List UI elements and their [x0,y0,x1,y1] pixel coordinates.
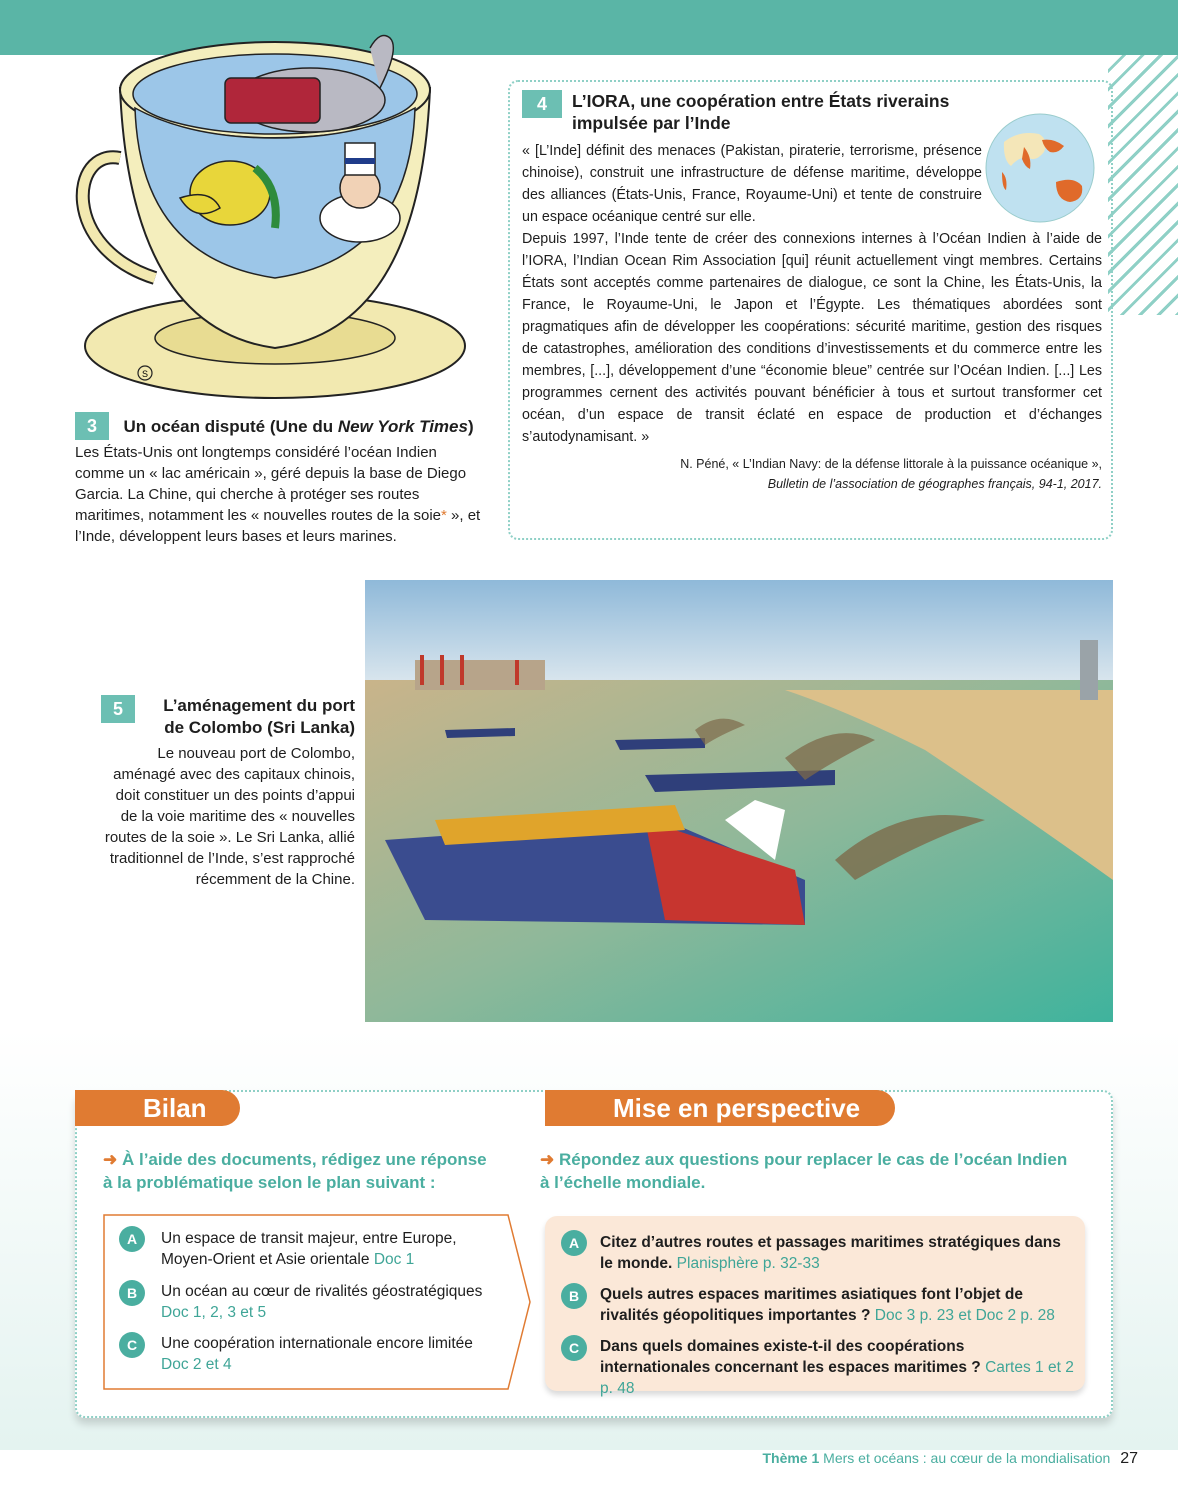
doc5-caption: Le nouveau port de Colombo, aménagé avec… [104,745,355,888]
perspective-question-a-text: Citez d’autres routes et passages mariti… [600,1234,1061,1272]
letter-a-badge: A [561,1230,587,1256]
perspective-questions-box: A Citez d’autres routes et passages mari… [545,1216,1085,1397]
bilan-tab: Bilan [75,1090,240,1126]
cartoon-signature: S [142,369,148,379]
doc4-box: 4 L’IORA, une coopération entre États ri… [508,80,1113,540]
letter-c-badge: C [561,1335,587,1361]
page-number: 27 [1120,1450,1138,1467]
footer-subtitle: Mers et océans : au cœur de la mondialis… [823,1450,1111,1466]
doc5-caption-block: 5 L’aménagement du port de Colombo (Sri … [100,695,355,890]
bilan-plan-box: A Un espace de transit majeur, entre Eur… [103,1214,531,1390]
doc3-number: 3 [75,412,109,440]
arrow-right-icon: ➜ [540,1150,555,1169]
bilan-instruction: ➜ À l’aide des documents, rédigez une ré… [103,1148,498,1194]
perspective-question-a-ref: Planisphère p. 32-33 [676,1255,820,1272]
doc4-heading: 4 L’IORA, une coopération entre États ri… [522,90,1102,134]
doc4-source: N. Péné, « L’Indian Navy: de la défense … [522,454,1102,494]
footer-theme: Thème 1 [762,1450,820,1466]
colombo-port-photo [365,580,1113,1022]
perspective-question-a: Citez d’autres routes et passages mariti… [600,1232,1075,1274]
doc3-title-italic: New York Times [337,417,468,436]
perspective-question-c-text: Dans quels domaines existe-t-il des coop… [600,1338,981,1376]
perspective-instruction-text: Répondez aux questions pour replacer le … [540,1150,1068,1192]
doc4-number: 4 [522,90,562,118]
bilan-item-c-text: Une coopération internationale encore li… [161,1335,473,1352]
perspective-question-b-ref: Doc 3 p. 23 et Doc 2 p. 28 [874,1307,1055,1324]
doc5-heading: 5 L’aménagement du port de Colombo (Sri … [100,695,355,739]
bilan-item-c-ref: Doc 2 et 4 [161,1356,232,1373]
doc3-title-end: ) [467,417,474,436]
bilan-item-b-ref: Doc 1, 2, 3 et 5 [161,1304,267,1321]
doc3-caption-block: 3 Un océan disputé (Une du New York Time… [75,412,485,547]
doc3-caption: Les États-Unis ont longtemps considéré l… [75,442,485,547]
page-footer: Thème 1 Mers et océans : au cœur de la m… [762,1448,1138,1469]
bilan-item-b-text: Un océan au cœur de rivalités géostratég… [161,1283,483,1300]
perspective-instruction: ➜ Répondez aux questions pour replacer l… [540,1148,1070,1194]
letter-b-badge: B [561,1283,587,1309]
bilan-item-a: Un espace de transit majeur, entre Europ… [161,1228,506,1270]
doc4-source-publication: Bulletin de l’association de géographes … [767,477,1102,491]
arrow-right-icon: ➜ [103,1150,118,1169]
doc5-number: 5 [101,695,135,723]
doc3-title: Un océan disputé (Une du [123,417,338,436]
perspective-question-b: Quels autres espaces maritimes asiatique… [600,1284,1075,1326]
decorative-stripes [1108,55,1178,315]
doc4-title: L’IORA, une coopération entre États rive… [572,91,950,133]
bilan-item-b: Un océan au cœur de rivalités géostratég… [161,1281,516,1323]
doc4-quote-paragraph-2: Depuis 1997, l’Inde tente de créer des c… [522,231,1102,445]
bilan-item-a-ref: Doc 1 [373,1251,415,1268]
letter-b-badge: B [119,1280,145,1306]
doc3-caption-text: Les États-Unis ont longtemps considéré l… [75,444,467,524]
mise-en-perspective-tab: Mise en perspective [545,1090,895,1126]
bilan-item-c: Une coopération internationale encore li… [161,1333,516,1375]
teacup-cartoon-illustration: S [75,34,466,399]
doc4-source-author: N. Péné, « L’Indian Navy: de la défense … [680,457,1102,471]
perspective-question-c: Dans quels domaines existe-t-il des coop… [600,1336,1075,1399]
letter-a-badge: A [119,1226,145,1252]
letter-c-badge: C [119,1332,145,1358]
doc3-heading: 3 Un océan disputé (Une du New York Time… [75,412,485,440]
doc5-title: L’aménagement du port de Colombo (Sri La… [163,696,355,737]
bilan-instruction-text: À l’aide des documents, rédigez une répo… [103,1150,487,1192]
doc4-quote-paragraph-1: « [L’Inde] définit des menaces (Pakistan… [522,143,982,225]
